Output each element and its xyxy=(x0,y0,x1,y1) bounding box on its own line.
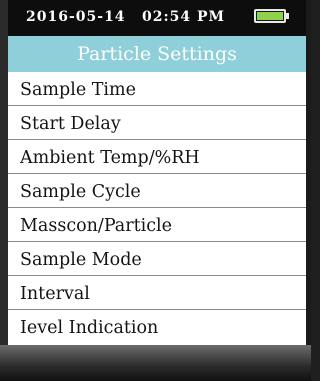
menu-item-interval[interactable]: Interval xyxy=(8,276,306,310)
menu-item-sample-cycle[interactable]: Sample Cycle xyxy=(8,174,306,208)
battery-tip xyxy=(286,13,289,19)
bottom-bezel xyxy=(0,345,311,381)
menu-item-sample-time[interactable]: Sample Time xyxy=(8,72,306,106)
status-date: 2016-05-14 xyxy=(26,9,126,25)
menu-item-sample-mode[interactable]: Sample Mode xyxy=(8,242,306,276)
page-title: Particle Settings xyxy=(8,36,306,72)
settings-menu: Sample Time Start Delay Ambient Temp/%RH… xyxy=(8,72,306,344)
lcd-screen: 2016-05-14 02:54 PM Particle Settings Sa… xyxy=(8,0,306,381)
status-bar: 2016-05-14 02:54 PM xyxy=(8,0,306,36)
menu-item-ambient-temp-rh[interactable]: Ambient Temp/%RH xyxy=(8,140,306,174)
menu-item-level-indication[interactable]: Ievel Indication xyxy=(8,310,306,344)
menu-item-masscon-particle[interactable]: Masscon/Particle xyxy=(8,208,306,242)
battery-level-fill xyxy=(257,12,283,20)
menu-item-start-delay[interactable]: Start Delay xyxy=(8,106,306,140)
status-time: 02:54 PM xyxy=(142,9,226,25)
battery-icon xyxy=(254,9,286,23)
